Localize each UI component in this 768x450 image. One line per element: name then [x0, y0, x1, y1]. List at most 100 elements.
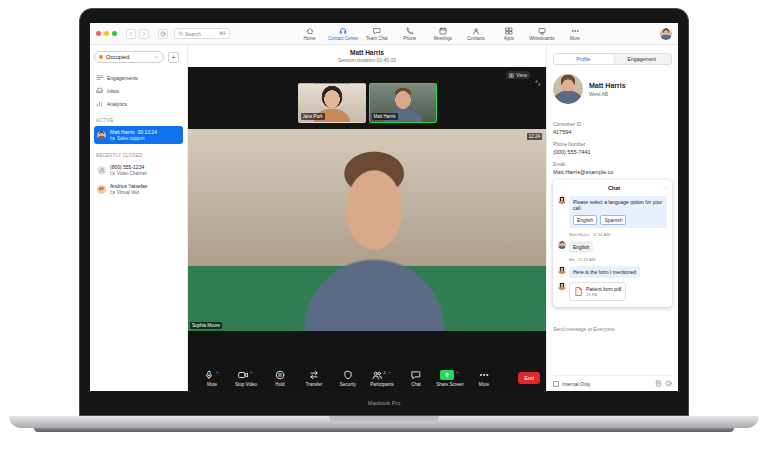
- status-dropdown[interactable]: Occupied: [94, 51, 164, 63]
- laptop-chin: Macbook Pro: [90, 391, 678, 415]
- engagements-icon: [96, 74, 103, 81]
- search-input[interactable]: [185, 31, 217, 37]
- control-button[interactable]: 2Participants: [366, 370, 398, 387]
- chat-menu-button[interactable]: ···: [662, 185, 667, 191]
- tab[interactable]: Engagement: [613, 54, 672, 64]
- sidebar-menu: Engagements Inbox Analytics: [94, 71, 183, 110]
- file-attachment[interactable]: Patient form.pdf25 KB: [569, 282, 626, 301]
- history-button[interactable]: [158, 29, 168, 39]
- control-button[interactable]: Stop Video: [230, 370, 262, 387]
- message-input[interactable]: [553, 326, 672, 332]
- contact-time: 00:13:24: [137, 129, 156, 135]
- forward-button[interactable]: [139, 29, 149, 39]
- view-label: View: [516, 72, 527, 78]
- participant-strip: Jane Park Matt Harris: [188, 83, 546, 123]
- file-size: 25 KB: [586, 292, 621, 297]
- profile-avatar: [553, 74, 583, 104]
- laptop-foot: [34, 428, 734, 432]
- video-icon: [110, 171, 115, 176]
- control-button[interactable]: Chat: [400, 370, 432, 387]
- back-arrow-icon: [128, 31, 134, 37]
- main-video: 12:24Sophia Moore: [188, 129, 546, 331]
- field-label: Consumer ID: [553, 122, 672, 127]
- end-button[interactable]: End: [518, 372, 540, 384]
- menu-label: Inbox: [107, 88, 119, 94]
- profile-name: Matt Harris: [589, 82, 626, 89]
- nav-item[interactable]: Phone: [394, 27, 425, 41]
- nav-label: More: [570, 36, 580, 41]
- menu-label: Engagements: [107, 75, 138, 81]
- add-button[interactable]: +: [168, 52, 179, 63]
- nav-label: Contact Center: [328, 36, 358, 41]
- option-button[interactable]: English: [573, 215, 597, 225]
- message-text: Here is the form I mentioned: [573, 269, 636, 275]
- expand-icon: [535, 80, 541, 86]
- tab[interactable]: Profile: [554, 54, 613, 64]
- search-field[interactable]: ⌘F: [174, 28, 230, 39]
- participant-count: 2: [383, 370, 385, 375]
- session-header: Matt HarrisSession duration 03:45:00: [188, 45, 546, 67]
- menu-item[interactable]: Inbox: [94, 84, 183, 97]
- video-icon: [110, 136, 115, 141]
- minimize-button[interactable]: [104, 31, 109, 36]
- laptop-screen: ⌘F HomeContact CenterTeam Chat Phone Meetin…: [79, 8, 689, 416]
- option-button[interactable]: Spanish: [600, 215, 626, 225]
- control-button[interactable]: More: [468, 370, 500, 387]
- menu-item[interactable]: Analytics: [94, 97, 183, 110]
- message-sender: Matt Harris: [569, 232, 589, 237]
- control-button[interactable]: Share Screen: [434, 370, 466, 387]
- participant-name: Jane Park: [301, 113, 325, 120]
- nav-item[interactable]: Contacts: [460, 27, 491, 41]
- engagement-item[interactable]: Matt Harris00:13:24Sales support: [94, 126, 183, 144]
- back-button[interactable]: [126, 29, 136, 39]
- magnifier-icon: [178, 31, 183, 36]
- zoom-button[interactable]: [112, 31, 117, 36]
- document-icon[interactable]: [655, 380, 662, 387]
- control-button[interactable]: Transfer: [298, 370, 330, 387]
- control-button[interactable]: Mute: [196, 370, 228, 387]
- menu-item[interactable]: Engagements: [94, 71, 183, 84]
- control-button[interactable]: Security: [332, 370, 364, 387]
- engagement-item[interactable]: AYAndrius YatsefasVirtual Visit: [94, 180, 183, 198]
- nav-item[interactable]: Team Chat: [361, 27, 392, 41]
- contact-avatar: [97, 166, 106, 175]
- message-bubble: English: [569, 241, 593, 253]
- session-title: Matt Harris: [350, 49, 384, 56]
- engagement-item[interactable]: (800) 555-1234Video Channel: [94, 161, 183, 179]
- nav-item[interactable]: Apps: [493, 27, 524, 41]
- nav-item[interactable]: Meetings: [427, 27, 458, 41]
- participant-thumbnail[interactable]: Jane Park: [298, 83, 366, 123]
- nav-label: Apps: [504, 36, 514, 41]
- calendar-icon: [439, 27, 447, 35]
- profile-fields: Consumer ID417594Phone Number(000) 555-7…: [553, 122, 672, 175]
- participant-thumbnail[interactable]: Matt Harris: [369, 83, 437, 123]
- chat-message: Here is the form I mentioned: [558, 266, 667, 278]
- control-label: Security: [340, 382, 356, 387]
- nav-item[interactable]: More: [559, 27, 590, 41]
- control-button[interactable]: Hold: [264, 370, 296, 387]
- internal-only-checkbox[interactable]: [553, 381, 559, 387]
- chat-title: Chat: [608, 185, 620, 191]
- nav-item[interactable]: Whiteboards: [526, 27, 557, 41]
- tab-label: Engagement: [628, 56, 656, 62]
- more-icon: [479, 370, 489, 380]
- nav-item[interactable]: Home: [294, 27, 325, 41]
- nav-item[interactable]: Contact Center: [327, 27, 359, 41]
- fullscreen-button[interactable]: [535, 72, 541, 90]
- people-icon: [372, 370, 382, 380]
- emoji-icon[interactable]: [665, 380, 672, 387]
- video-timer: 12:24: [527, 133, 542, 140]
- contacts-icon: [472, 27, 480, 35]
- contact-channel: Virtual Visit: [117, 190, 139, 195]
- nav-label: Contacts: [467, 36, 485, 41]
- nav-label: Whiteboards: [529, 36, 554, 41]
- menu-label: Analytics: [107, 101, 127, 107]
- nav-label: Phone: [403, 36, 416, 41]
- section-heading: RECENTLY CLOSED: [96, 153, 181, 158]
- user-avatar[interactable]: [660, 28, 672, 40]
- view-button[interactable]: View: [506, 71, 530, 79]
- message-avatar: [558, 266, 566, 274]
- close-button[interactable]: [96, 31, 101, 36]
- arrow-up-icon: [443, 371, 451, 379]
- chat-message: Patient form.pdf25 KB: [558, 282, 667, 301]
